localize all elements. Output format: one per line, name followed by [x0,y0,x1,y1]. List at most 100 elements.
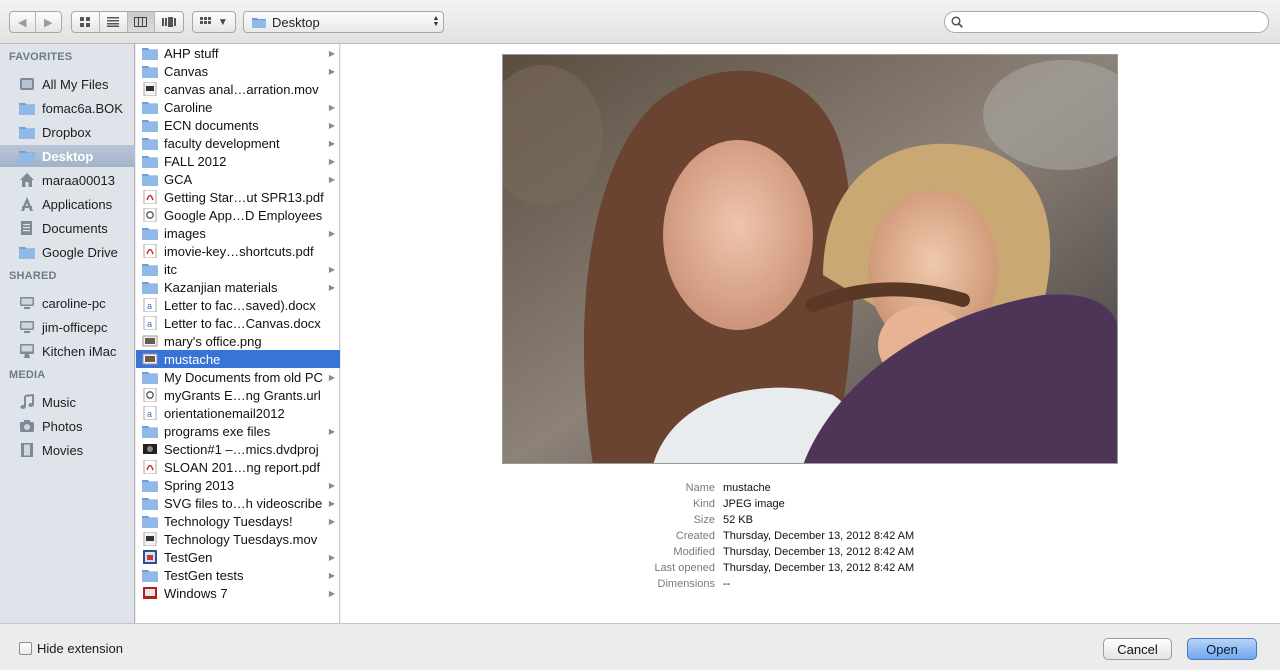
search-field[interactable] [944,11,1269,33]
hide-extension-checkbox[interactable] [19,642,32,655]
file-row[interactable]: Google App…D Employees [136,206,340,224]
sidebar-item-label: Desktop [42,148,94,164]
forward-arrow-icon[interactable]: ▶ [36,12,61,32]
file-row[interactable]: SLOAN 201…ng report.pdf [136,458,340,476]
cancel-button[interactable]: Cancel [1103,638,1172,660]
folder-icon [142,514,158,528]
folder-row[interactable]: faculty development ▶ [136,134,340,152]
folder-row[interactable]: Spring 2013 ▶ [136,476,340,494]
folder-row[interactable]: TestGen tests ▶ [136,566,340,584]
info-value: mustache [723,482,771,494]
folder-row[interactable]: AHP stuff ▶ [136,44,340,62]
folder-row[interactable]: Windows 7 ▶ [136,584,340,602]
hide-extension-label: Hide extension [37,641,123,656]
home-icon [18,172,35,188]
folder-icon [142,136,158,150]
preview-image [502,54,1118,464]
disclosure-arrow-icon: ▶ [328,480,336,490]
file-name: TestGen tests [164,567,244,583]
file-row[interactable]: a Letter to fac…saved).docx [136,296,340,314]
info-value: Thursday, December 13, 2012 8:42 AM [723,546,915,558]
sidebar-section-header: FAVORITES [9,51,73,63]
location-popup[interactable]: Desktop ▲ ▼ [243,11,444,33]
folder-row[interactable]: TestGen ▶ [136,548,340,566]
folder-icon [142,100,158,114]
sidebar-item-fomac6a-bok[interactable]: fomac6a.BOK [0,97,135,119]
folder-row[interactable]: itc ▶ [136,260,340,278]
back-arrow-icon[interactable]: ◀ [10,12,36,32]
file-row[interactable]: a orientationemail2012 [136,404,340,422]
sidebar-item-documents[interactable]: Documents [0,217,135,239]
sidebar-item-dropbox[interactable]: Dropbox [0,121,135,143]
nav-buttons: ◀ ▶ [9,11,62,33]
folder-row[interactable]: Technology Tuesdays! ▶ [136,512,340,530]
docx-file-icon: a [142,315,158,331]
dvd-project-icon [142,442,158,456]
search-icon [951,16,963,28]
folder-row[interactable]: SVG files to…h videoscribe ▶ [136,494,340,512]
sidebar-section-header: MEDIA [9,369,46,381]
disclosure-arrow-icon: ▶ [328,138,336,148]
file-name: Caroline [164,99,213,115]
file-name: faculty development [164,135,280,151]
file-row[interactable]: Technology Tuesdays.mov [136,530,340,548]
list-view-icon[interactable] [100,12,128,32]
open-button[interactable]: Open [1187,638,1257,660]
sidebar-item-jim-officepc[interactable]: jim-officepc [0,316,135,338]
file-name: mustache [164,351,221,367]
sidebar-item-all-my-files[interactable]: All My Files [0,73,135,95]
imac-icon [18,343,35,359]
image-file-icon [142,334,158,348]
file-row[interactable]: canvas anal…arration.mov [136,80,340,98]
file-row[interactable]: Getting Star…ut SPR13.pdf [136,188,340,206]
file-row[interactable]: mary's office.png [136,332,340,350]
search-input[interactable] [967,15,1268,29]
folder-icon [142,478,158,492]
file-row[interactable]: myGrants E…ng Grants.url [136,386,340,404]
sidebar-item-caroline-pc[interactable]: caroline-pc [0,292,135,314]
icon-view-icon[interactable] [72,12,100,32]
sidebar-item-applications[interactable]: Applications [0,193,135,215]
sidebar-item-google-drive[interactable]: Google Drive [0,241,135,263]
folder-row[interactable]: Caroline ▶ [136,98,340,116]
sidebar-item-movies[interactable]: Movies [0,439,135,461]
file-name: SVG files to…h videoscribe [164,495,323,511]
info-label: Modified [673,546,715,558]
docx-file-icon: a [142,405,158,421]
disclosure-arrow-icon: ▶ [328,228,336,238]
folder-row[interactable]: GCA ▶ [136,170,340,188]
folder-icon [142,568,158,582]
folder-row[interactable]: My Documents from old PC ▶ [136,368,340,386]
folder-row[interactable]: Kazanjian materials ▶ [136,278,340,296]
column-view-icon[interactable] [127,12,156,32]
folder-row[interactable]: images ▶ [136,224,340,242]
coverflow-view-icon[interactable] [155,12,183,32]
sidebar-item-desktop[interactable]: Desktop [0,145,135,167]
all-files-icon [18,76,35,92]
pc-icon [18,295,35,311]
file-name: Windows 7 [164,585,228,601]
folder-row[interactable]: FALL 2012 ▶ [136,152,340,170]
disclosure-arrow-icon: ▶ [328,174,336,184]
folder-row[interactable]: programs exe files ▶ [136,422,340,440]
arrange-button[interactable]: ▼ [192,11,236,33]
docx-file-icon: a [142,297,158,313]
sidebar-item-music[interactable]: Music [0,391,135,413]
file-row[interactable]: Section#1 –…mics.dvdproj [136,440,340,458]
pdf-file-icon [142,189,158,205]
sidebar-item-photos[interactable]: Photos [0,415,135,437]
file-row[interactable]: a Letter to fac…Canvas.docx [136,314,340,332]
folder-icon [142,46,158,60]
file-row[interactable]: imovie-key…shortcuts.pdf [136,242,340,260]
sidebar-item-label: jim-officepc [42,319,108,335]
folder-row[interactable]: Canvas ▶ [136,62,340,80]
file-name: images [164,225,206,241]
sidebar-item-label: Dropbox [42,124,92,140]
sidebar-item-maraa00013[interactable]: maraa00013 [0,169,135,191]
file-row[interactable]: mustache [136,350,340,368]
sidebar-item-kitchen-imac[interactable]: Kitchen iMac [0,340,135,362]
folder-row[interactable]: ECN documents ▶ [136,116,340,134]
bottom-bar: Hide extension Cancel Open [0,623,1280,670]
disclosure-arrow-icon: ▶ [328,66,336,76]
info-label: Created [675,530,715,542]
